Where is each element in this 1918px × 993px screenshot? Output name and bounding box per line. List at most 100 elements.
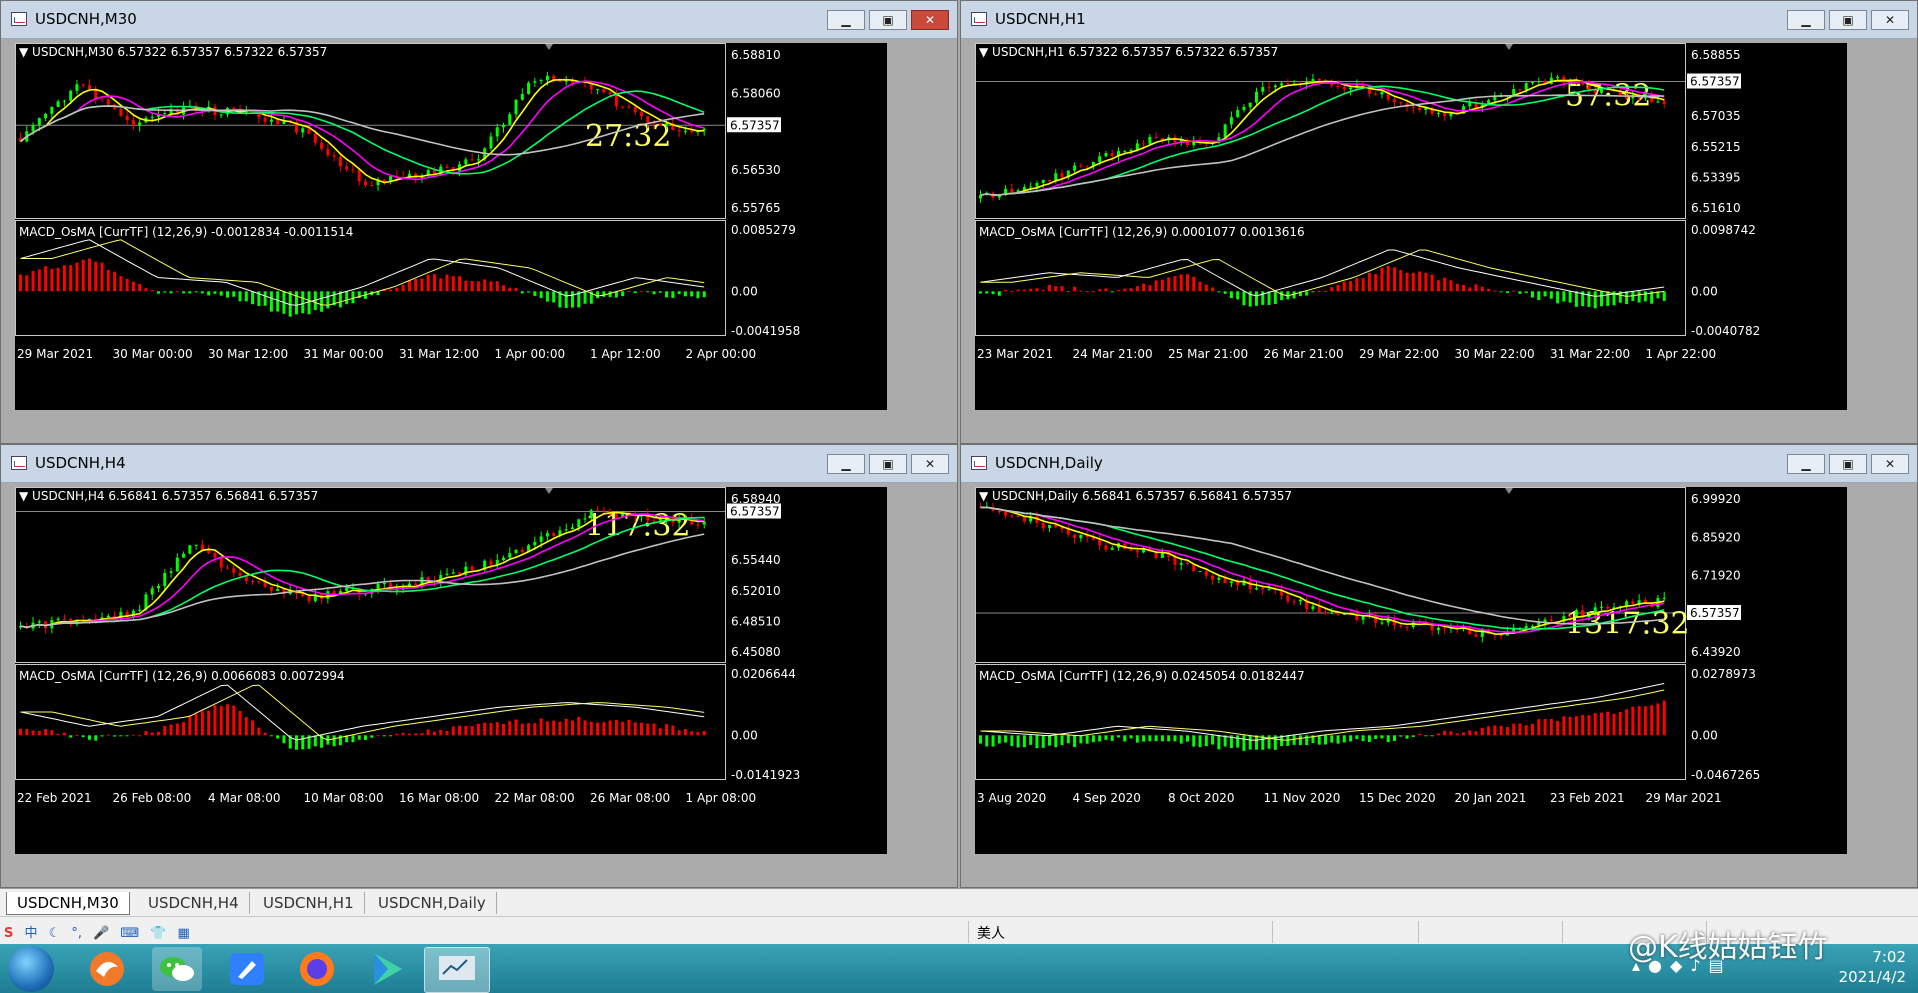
close-button[interactable]: ✕: [911, 454, 949, 474]
macd-histogram-bar: [520, 291, 524, 294]
macd-histogram-bar: [614, 719, 618, 736]
start-button-icon[interactable]: [8, 946, 54, 992]
close-button[interactable]: ✕: [911, 10, 949, 30]
macd-histogram-bar: [1129, 735, 1133, 739]
minimize-button[interactable]: ▁: [1787, 10, 1825, 30]
tab-m30[interactable]: USDCNH,M30: [6, 892, 130, 915]
status-divider: [1562, 921, 1563, 943]
grid-icon[interactable]: ▦: [177, 926, 189, 941]
moon-icon[interactable]: ☾: [49, 926, 61, 941]
chart-window-icon: [11, 12, 27, 26]
candle-body: [1211, 575, 1215, 580]
macd-histogram-bar: [1280, 291, 1284, 301]
ime-mode-label[interactable]: 中: [24, 922, 37, 941]
close-button[interactable]: ✕: [1871, 10, 1909, 30]
minimize-button[interactable]: ▁: [827, 10, 865, 30]
macd-histogram-bar: [1493, 725, 1497, 736]
chart-canvas[interactable]: ▼ USDCNH,H4 6.56841 6.57357 6.56841 6.57…: [15, 487, 887, 854]
candle-body: [131, 120, 135, 126]
macd-histogram-bar: [1549, 291, 1553, 299]
macd-histogram-bar: [1135, 735, 1139, 743]
candle-body: [269, 119, 273, 122]
chart-window-icon: [11, 456, 27, 470]
candle-body: [1123, 150, 1127, 152]
firefox-icon[interactable]: [292, 947, 342, 991]
chart-canvas[interactable]: ▼ USDCNH,M30 6.57322 6.57357 6.57322 6.5…: [15, 43, 887, 410]
macd-histogram-bar: [1499, 291, 1503, 293]
macd-histogram-bar: [1556, 291, 1560, 304]
chart-canvas[interactable]: ▼ USDCNH,Daily 6.56841 6.57357 6.56841 6…: [975, 487, 1847, 854]
candle-body: [1035, 183, 1039, 187]
candle-body: [683, 130, 687, 132]
time-axis-label: 31 Mar 22:00: [1550, 347, 1630, 361]
macd-histogram-bar: [1098, 289, 1102, 292]
macd-histogram-bar: [1480, 286, 1484, 292]
edit-app-icon[interactable]: [222, 947, 272, 991]
player-icon[interactable]: [362, 947, 412, 991]
macd-histogram-bar: [985, 735, 989, 747]
macd-histogram-bar: [1380, 267, 1384, 292]
macd-axis-tick: 0.0206644: [731, 667, 796, 681]
macd-histogram-bar: [169, 724, 173, 736]
macd-axis-tick: 0.0085279: [731, 223, 796, 237]
maximize-button[interactable]: ▣: [869, 10, 907, 30]
macd-histogram-bar: [1436, 733, 1440, 736]
macd-histogram-bar: [1204, 735, 1208, 747]
wechat-icon[interactable]: [152, 947, 202, 991]
shirt-icon[interactable]: 👕: [150, 926, 166, 941]
time-axis-label: 1 Apr 22:00: [1646, 347, 1717, 361]
minimize-button[interactable]: ▁: [1787, 454, 1825, 474]
close-button[interactable]: ✕: [1871, 454, 1909, 474]
window-titlebar[interactable]: USDCNH,Daily ▁ ▣ ✕: [961, 445, 1917, 483]
window-titlebar[interactable]: USDCNH,H1 ▁ ▣ ✕: [961, 1, 1917, 39]
macd-histogram-bar: [169, 291, 173, 294]
time-axis-label: 29 Mar 2021: [1646, 791, 1722, 805]
window-titlebar[interactable]: USDCNH,H4 ▁ ▣ ✕: [1, 445, 957, 483]
candle-body: [502, 557, 505, 560]
tab-h1[interactable]: USDCNH,H1: [253, 892, 365, 914]
macd-histogram-bar: [1537, 719, 1541, 736]
sogou-icon[interactable]: S: [4, 926, 13, 941]
maximize-button[interactable]: ▣: [869, 454, 907, 474]
candle-body: [1079, 534, 1083, 539]
chart-canvas[interactable]: ▼ USDCNH,H1 6.57322 6.57357 6.57322 6.57…: [975, 43, 1847, 410]
price-axis-tick: 6.57035: [1691, 109, 1741, 123]
taskbar-app-icon-1[interactable]: [82, 947, 132, 991]
time-axis-label: 8 Oct 2020: [1168, 791, 1235, 805]
macd-histogram-bar: [1512, 290, 1516, 292]
tab-h4[interactable]: USDCNH,H4: [138, 892, 250, 914]
macd-histogram-bar: [476, 281, 480, 292]
keyboard-icon[interactable]: ⌨: [120, 926, 139, 941]
candle-body: [1273, 85, 1277, 88]
minimize-button[interactable]: ▁: [827, 454, 865, 474]
chart-window-h4[interactable]: USDCNH,H4 ▁ ▣ ✕ ▼ USDCNH,H4 6.56841 6.57…: [0, 444, 958, 888]
macd-histogram-bar: [502, 285, 505, 292]
tab-daily[interactable]: USDCNH,Daily: [368, 892, 497, 914]
macd-histogram-bar: [596, 722, 600, 736]
macd-histogram-bar: [163, 725, 167, 736]
chart-window-daily[interactable]: USDCNH,Daily ▁ ▣ ✕ ▼ USDCNH,Daily 6.5684…: [960, 444, 1918, 888]
chart-window-h1[interactable]: USDCNH,H1 ▁ ▣ ✕ ▼ USDCNH,H1 6.57322 6.57…: [960, 0, 1918, 444]
trading-terminal-icon[interactable]: [424, 947, 490, 993]
candle-body: [1317, 606, 1321, 613]
ime-toolbar[interactable]: S 中 ☾ °, 🎤 ⌨ 👕 ▦: [0, 917, 210, 945]
candle-body: [545, 533, 549, 537]
candle-body: [1110, 547, 1114, 550]
current-price-label: 6.57357: [730, 505, 780, 519]
punctuation-icon[interactable]: °,: [71, 926, 82, 941]
macd-histogram-bar: [269, 735, 273, 737]
price-axis-tick: 6.85920: [1691, 530, 1741, 544]
maximize-button[interactable]: ▣: [1829, 454, 1867, 474]
macd-histogram-bar: [131, 734, 135, 736]
macd-histogram-bar: [458, 276, 462, 292]
candle-body: [376, 584, 380, 589]
candle-body: [1662, 101, 1666, 104]
macd-histogram-bar: [138, 283, 142, 292]
mic-icon[interactable]: 🎤: [93, 926, 109, 941]
maximize-button[interactable]: ▣: [1829, 10, 1867, 30]
window-titlebar[interactable]: USDCNH,M30 ▁ ▣ ✕: [1, 1, 957, 39]
macd-histogram-bar: [1487, 726, 1491, 736]
chart-window-m30[interactable]: USDCNH,M30 ▁ ▣ ✕ ▼ USDCNH,M30 6.57322 6.…: [0, 0, 958, 444]
macd-histogram-bar: [1167, 735, 1171, 742]
macd-histogram-bar: [313, 735, 317, 747]
